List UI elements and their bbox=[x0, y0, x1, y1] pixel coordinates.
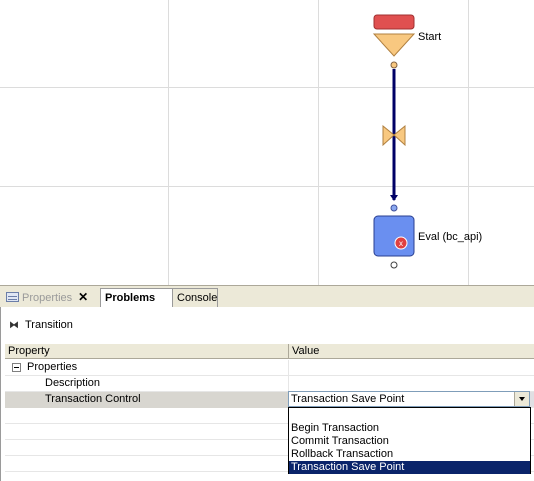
tab-console[interactable]: Console bbox=[173, 288, 218, 308]
close-icon[interactable]: ✕ bbox=[78, 288, 88, 306]
dropdown-option-rollback[interactable]: Rollback Transaction bbox=[289, 448, 530, 461]
view-tab-bar: Properties ✕ Problems Console bbox=[0, 285, 534, 308]
row-label: Properties bbox=[27, 361, 78, 373]
tab-problems[interactable]: Problems bbox=[100, 288, 173, 308]
row-value[interactable] bbox=[289, 376, 534, 392]
table-row[interactable]: Description bbox=[5, 376, 534, 392]
dropdown-option-savepoint[interactable]: Transaction Save Point bbox=[289, 461, 530, 474]
svg-text:x: x bbox=[399, 239, 403, 248]
dropdown-option-begin[interactable]: Begin Transaction bbox=[289, 422, 530, 435]
panel-title: ⧓ Transition bbox=[9, 317, 73, 333]
transaction-control-dropdown[interactable]: Begin Transaction Commit Transaction Rol… bbox=[288, 407, 531, 474]
panel-title-label: Transition bbox=[25, 319, 73, 331]
row-label: Description bbox=[45, 377, 101, 389]
eval-input-port[interactable] bbox=[390, 204, 398, 212]
collapse-icon[interactable] bbox=[12, 363, 21, 372]
tab-properties[interactable]: Properties ✕ bbox=[0, 288, 100, 308]
tab-properties-label: Properties bbox=[22, 292, 73, 304]
eval-node[interactable]: x bbox=[373, 215, 415, 257]
start-node-label: Start bbox=[418, 31, 442, 43]
dropdown-option-empty[interactable] bbox=[289, 409, 530, 422]
connector-arrowhead bbox=[390, 195, 398, 201]
start-triangle-icon bbox=[372, 33, 416, 57]
eval-node-icon bbox=[373, 215, 415, 257]
dropdown-option-commit[interactable]: Commit Transaction bbox=[289, 435, 530, 448]
column-header-property[interactable]: Property bbox=[5, 344, 289, 359]
eval-output-port[interactable] bbox=[390, 261, 398, 269]
transaction-control-combo[interactable]: Transaction Save Point bbox=[288, 391, 530, 407]
row-value bbox=[289, 360, 534, 376]
start-node[interactable] bbox=[372, 14, 416, 57]
start-icon bbox=[373, 14, 415, 30]
properties-icon bbox=[6, 292, 19, 302]
chevron-down-icon[interactable] bbox=[514, 392, 529, 406]
eval-node-label: Eval (bc_api) bbox=[418, 231, 483, 243]
column-header-value[interactable]: Value bbox=[289, 344, 534, 359]
transition-icon: ⧓ bbox=[9, 320, 19, 331]
diagram-canvas[interactable]: x Start Eval (bc_api) bbox=[0, 0, 534, 285]
row-label: Transaction Control bbox=[45, 393, 141, 405]
table-row[interactable]: Properties bbox=[5, 360, 534, 376]
start-output-port[interactable] bbox=[390, 61, 398, 69]
table-header: Property Value bbox=[5, 344, 534, 359]
combo-selected-value: Transaction Save Point bbox=[291, 393, 405, 405]
